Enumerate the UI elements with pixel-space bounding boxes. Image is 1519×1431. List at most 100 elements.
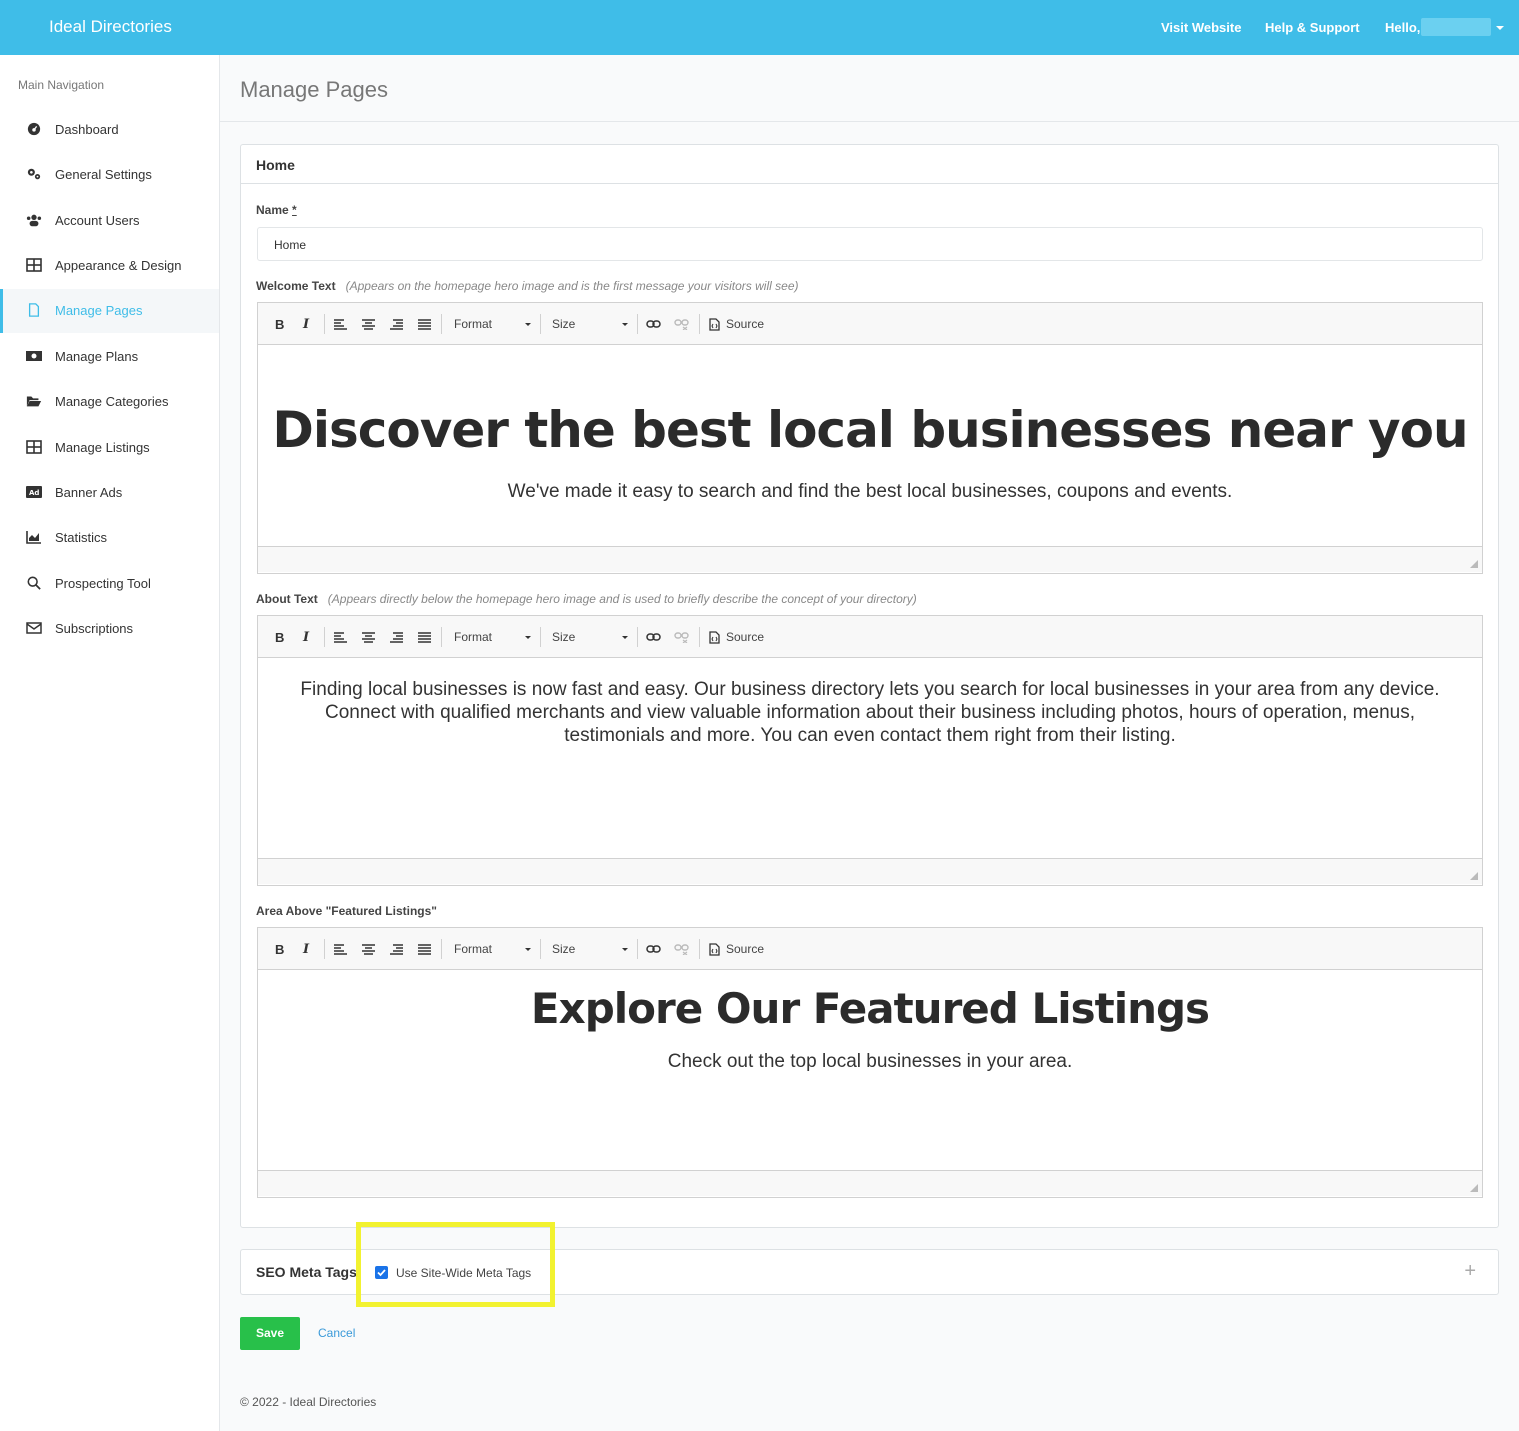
visit-website-link[interactable]: Visit Website	[1161, 20, 1241, 35]
editor-footer	[258, 858, 1482, 884]
sidebar-item-label: Manage Categories	[55, 394, 169, 409]
source-icon[interactable]	[709, 631, 720, 644]
about-text-content[interactable]: Finding local businesses is now fast and…	[258, 658, 1482, 858]
format-dropdown[interactable]: Format	[454, 942, 492, 956]
sidebar-item-manage-categories[interactable]: Manage Categories	[0, 380, 219, 424]
unlink-icon[interactable]	[674, 319, 689, 330]
grid-icon	[26, 440, 42, 454]
card-header: Home	[241, 145, 1498, 184]
link-icon[interactable]	[646, 945, 661, 953]
unlink-icon[interactable]	[674, 632, 689, 643]
source-icon[interactable]	[709, 943, 720, 956]
format-dropdown[interactable]: Format	[454, 630, 492, 644]
align-center-icon[interactable]	[362, 632, 375, 643]
toolbar-divider	[540, 939, 541, 959]
align-center-icon[interactable]	[362, 319, 375, 330]
save-button[interactable]: Save	[240, 1317, 300, 1350]
sidebar-item-label: General Settings	[55, 167, 152, 182]
chevron-down-icon[interactable]	[1496, 26, 1504, 30]
italic-button[interactable]: I	[303, 630, 309, 645]
about-paragraph: Finding local businesses is now fast and…	[300, 679, 1440, 746]
chevron-down-icon[interactable]	[525, 636, 531, 639]
toolbar-divider	[324, 627, 325, 647]
welcome-text-label: Welcome Text (Appears on the homepage her…	[256, 279, 799, 293]
source-button[interactable]: Source	[726, 630, 764, 644]
folder-open-icon	[26, 396, 42, 407]
italic-button[interactable]: I	[303, 317, 309, 332]
align-justify-icon[interactable]	[418, 632, 431, 643]
link-icon[interactable]	[646, 320, 661, 328]
welcome-text-editor: B I Format Size Source Discover the best…	[257, 302, 1483, 574]
user-menu[interactable]: Hello,	[1385, 20, 1420, 35]
align-center-icon[interactable]	[362, 944, 375, 955]
align-right-icon[interactable]	[390, 319, 403, 330]
size-dropdown[interactable]: Size	[552, 317, 575, 331]
italic-button[interactable]: I	[303, 942, 309, 957]
sidebar-item-dashboard[interactable]: Dashboard	[0, 108, 219, 152]
chevron-down-icon[interactable]	[622, 948, 628, 951]
toolbar-divider	[637, 627, 638, 647]
sidebar-item-manage-pages[interactable]: Manage Pages	[0, 289, 219, 333]
sidebar-item-manage-plans[interactable]: Manage Plans	[0, 335, 219, 379]
username-redacted[interactable]	[1421, 18, 1491, 36]
resize-handle[interactable]	[1470, 872, 1478, 880]
chevron-down-icon[interactable]	[622, 323, 628, 326]
resize-handle[interactable]	[1470, 560, 1478, 568]
welcome-heading: Discover the best local businesses near …	[272, 401, 1468, 459]
align-left-icon[interactable]	[334, 632, 347, 643]
toolbar-divider	[699, 939, 700, 959]
about-text-editor: B I Format Size Source Finding local bus…	[257, 615, 1483, 886]
align-right-icon[interactable]	[390, 632, 403, 643]
envelope-icon	[26, 622, 42, 634]
size-dropdown[interactable]: Size	[552, 630, 575, 644]
money-icon	[26, 351, 42, 361]
sidebar-item-general-settings[interactable]: General Settings	[0, 153, 219, 197]
bold-button[interactable]: B	[275, 942, 284, 957]
sidebar-item-appearance[interactable]: Appearance & Design	[0, 244, 219, 288]
welcome-text-content[interactable]: Discover the best local businesses near …	[258, 345, 1482, 546]
brand-logo[interactable]: Ideal Directories	[49, 17, 172, 37]
about-text-label: About Text (Appears directly below the ho…	[256, 592, 917, 606]
sidebar-item-account-users[interactable]: Account Users	[0, 199, 219, 243]
svg-text:Ad: Ad	[29, 489, 39, 497]
name-input[interactable]: Home	[257, 227, 1483, 261]
align-left-icon[interactable]	[334, 944, 347, 955]
toolbar-divider	[441, 627, 442, 647]
sidebar-item-banner-ads[interactable]: Ad Banner Ads	[0, 471, 219, 515]
bold-button[interactable]: B	[275, 630, 284, 645]
toolbar-divider	[699, 627, 700, 647]
sidebar-item-subscriptions[interactable]: Subscriptions	[0, 607, 219, 651]
featured-subtext: Check out the top local businesses in yo…	[667, 1051, 1073, 1072]
align-justify-icon[interactable]	[418, 319, 431, 330]
align-right-icon[interactable]	[390, 944, 403, 955]
about-text-hint: (Appears directly below the homepage her…	[327, 592, 917, 606]
bold-button[interactable]: B	[275, 317, 284, 332]
source-icon[interactable]	[709, 318, 720, 331]
dashboard-icon	[27, 122, 41, 136]
resize-handle[interactable]	[1470, 1184, 1478, 1192]
featured-area-content[interactable]: Explore Our Featured Listings Check out …	[258, 970, 1482, 1170]
sidebar-item-statistics[interactable]: Statistics	[0, 516, 219, 560]
sidebar-item-manage-listings[interactable]: Manage Listings	[0, 426, 219, 470]
source-button[interactable]: Source	[726, 317, 764, 331]
chevron-down-icon[interactable]	[525, 948, 531, 951]
sidebar-item-label: Subscriptions	[55, 621, 134, 636]
format-dropdown[interactable]: Format	[454, 317, 492, 331]
chevron-down-icon[interactable]	[622, 636, 628, 639]
cancel-link[interactable]: Cancel	[318, 1326, 355, 1340]
name-label: Name *	[256, 203, 297, 217]
expand-icon[interactable]: +	[1464, 1260, 1476, 1283]
link-icon[interactable]	[646, 633, 661, 641]
chevron-down-icon[interactable]	[525, 323, 531, 326]
sidebar-item-label: Manage Listings	[55, 440, 150, 455]
toolbar-divider	[324, 939, 325, 959]
unlink-icon[interactable]	[674, 944, 689, 955]
source-button[interactable]: Source	[726, 942, 764, 956]
size-dropdown[interactable]: Size	[552, 942, 575, 956]
align-left-icon[interactable]	[334, 319, 347, 330]
sidebar-item-prospecting-tool[interactable]: Prospecting Tool	[0, 562, 219, 606]
top-bar: Ideal Directories Visit Website Help & S…	[0, 0, 1519, 55]
align-justify-icon[interactable]	[418, 944, 431, 955]
help-support-link[interactable]: Help & Support	[1265, 20, 1360, 35]
ad-icon: Ad	[26, 486, 42, 498]
